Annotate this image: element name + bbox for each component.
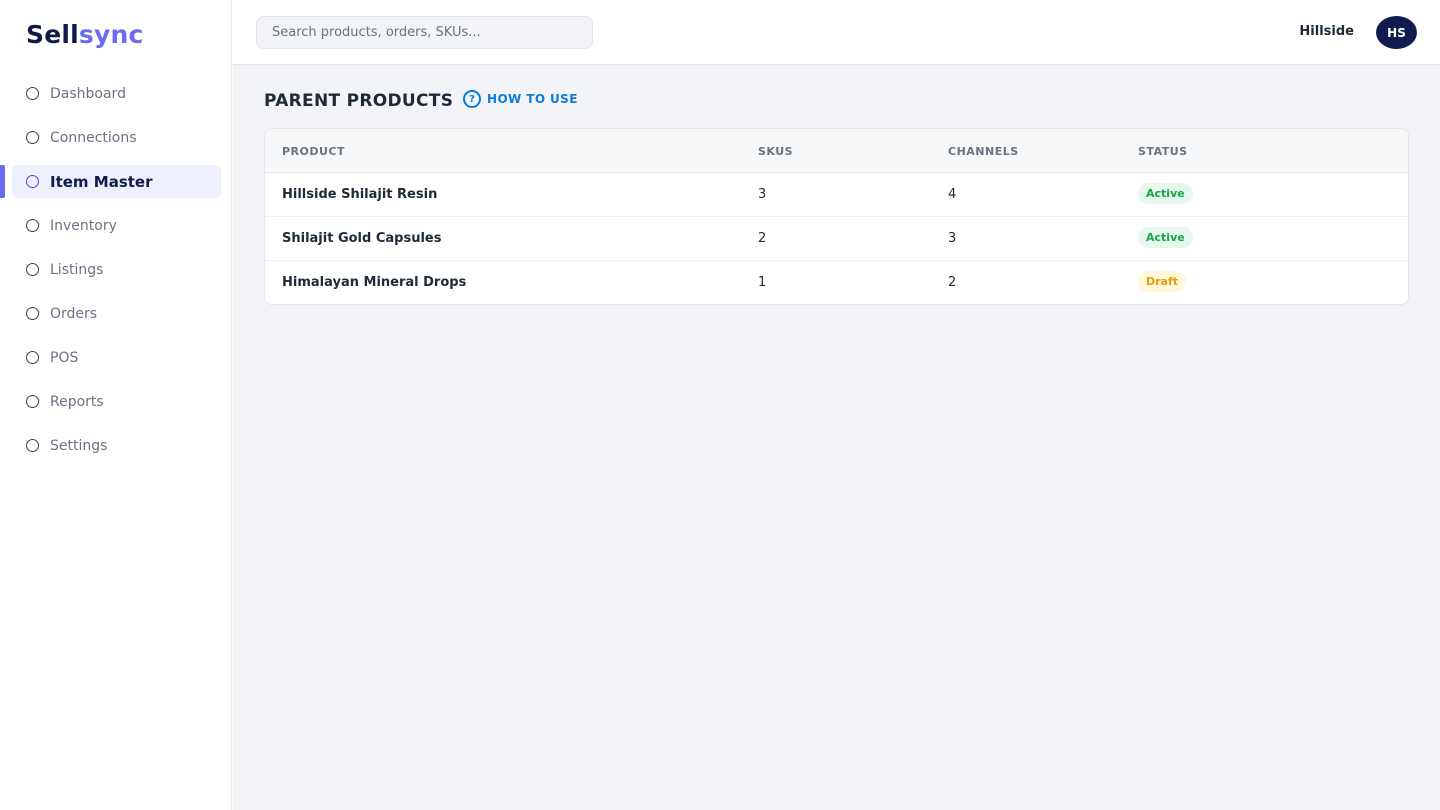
circle-outline-icon [26,263,39,276]
circle-outline-icon [26,219,39,232]
sidebar-item-label: Connections [50,129,137,146]
column-header-skus: SKUS [758,145,794,158]
sidebar-item-settings[interactable]: Settings [12,429,221,462]
status-badge: Active [1138,183,1193,204]
product-name: Hillside Shilajit Resin [282,187,438,202]
sku-count: 1 [758,275,767,290]
how-to-use-link[interactable]: ? HOW TO USE [463,90,578,108]
sidebar-item-listings[interactable]: Listings [12,253,221,286]
top-header: Hillside HS [232,0,1440,65]
circle-outline-icon [26,439,39,452]
sidebar-item-label: Dashboard [50,85,126,102]
column-header-channels: CHANNELS [948,145,1019,158]
circle-outline-icon [26,395,39,408]
sidebar-item-label: Item Master [50,172,153,191]
sidebar-item-reports[interactable]: Reports [12,385,221,418]
sidebar-item-label: Listings [50,261,104,278]
sidebar-item-label: Settings [50,437,108,454]
channel-count: 4 [948,187,957,202]
circle-outline-icon [26,307,39,320]
sidebar-nav: Dashboard Connections Item Master Invent… [0,77,221,473]
circle-outline-icon [26,87,39,100]
circle-outline-icon [26,175,39,188]
sidebar-item-dashboard[interactable]: Dashboard [12,77,221,110]
column-header-product: PRODUCT [282,145,346,158]
table-row[interactable]: Shilajit Gold Capsules 2 3 Active [265,217,1408,261]
brand-logo[interactable]: Sellsync [26,20,144,49]
sidebar-item-inventory[interactable]: Inventory [12,209,221,242]
sidebar-item-pos[interactable]: POS [12,341,221,374]
status-badge: Draft [1138,271,1187,292]
table-row[interactable]: Hillside Shilajit Resin 3 4 Active [265,173,1408,217]
status-badge: Active [1138,227,1193,248]
sku-count: 3 [758,187,767,202]
page-title: PARENT PRODUCTS [264,91,454,111]
sku-count: 2 [758,231,767,246]
main-content: PARENT PRODUCTS ? HOW TO USE PRODUCT SKU… [233,65,1440,810]
column-header-status: STATUS [1138,145,1188,158]
brand-logo-part1: Sell [26,20,79,49]
sidebar-item-item-master[interactable]: Item Master [0,165,221,198]
search-input[interactable] [256,16,593,49]
sidebar-item-connections[interactable]: Connections [12,121,221,154]
brand-logo-part2: sync [78,20,144,49]
circle-outline-icon [26,351,39,364]
product-name: Shilajit Gold Capsules [282,231,442,246]
sidebar-item-orders[interactable]: Orders [12,297,221,330]
sidebar-item-label: Reports [50,393,104,410]
sidebar-item-label: POS [50,349,79,366]
products-table: PRODUCT SKUS CHANNELS STATUS Hillside Sh… [264,128,1409,305]
table-header: PRODUCT SKUS CHANNELS STATUS [265,129,1408,173]
table-row[interactable]: Himalayan Mineral Drops 1 2 Draft [265,261,1408,304]
question-circle-icon: ? [463,90,481,108]
avatar[interactable]: HS [1376,16,1417,49]
channel-count: 3 [948,231,957,246]
circle-outline-icon [26,131,39,144]
product-name: Himalayan Mineral Drops [282,275,467,290]
channel-count: 2 [948,275,957,290]
sidebar: Sellsync Dashboard Connections Item Mast… [0,0,232,810]
user-name[interactable]: Hillside [1299,24,1354,39]
app-root: Sellsync Dashboard Connections Item Mast… [0,0,1440,810]
sidebar-item-label: Orders [50,305,98,322]
how-to-use-label: HOW TO USE [487,92,578,106]
sidebar-item-label: Inventory [50,217,117,234]
